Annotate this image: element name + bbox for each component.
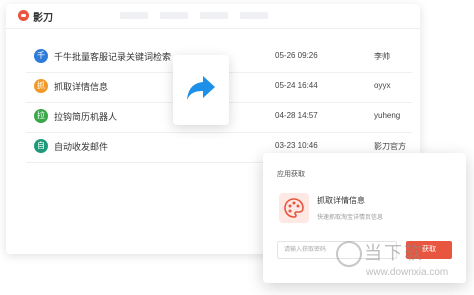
row-app-name: 拉钩简历机器人 [54, 112, 118, 122]
app-letter-icon: 抓 [34, 79, 48, 93]
nav-placeholder-2[interactable] [160, 12, 188, 19]
nav-placeholder-3[interactable] [200, 12, 228, 19]
app-letter-icon: 拉 [34, 109, 48, 123]
row-user: 影刀官方 [374, 142, 406, 151]
row-user: yuheng [374, 111, 401, 120]
row-time: 05-26 09:26 [275, 51, 318, 60]
row-user: oyyx [374, 81, 391, 90]
palette-icon [279, 193, 309, 223]
watermark-text: 当下软 [364, 243, 424, 263]
logo-icon [18, 10, 29, 21]
app-letter-icon: 千 [34, 49, 48, 63]
watermark-url: www.downxia.com [366, 267, 449, 278]
row-app-name: 自动收发邮件 [54, 142, 109, 152]
nav-placeholder-1[interactable] [120, 12, 148, 19]
row-time: 03-23 10:46 [275, 141, 318, 150]
app-brand: 影刀 [33, 13, 53, 24]
popup-app-name: 抓取详情信息 [317, 196, 365, 205]
share-arrow-icon [187, 76, 215, 100]
share-card[interactable] [173, 55, 229, 125]
watermark-logo-icon [336, 241, 362, 267]
popup-title: 应用获取 [277, 171, 305, 178]
app-letter-icon: 自 [34, 139, 48, 153]
watermark: 当下软 www.downxia.com [336, 237, 466, 287]
row-app-name: 千牛批量客服记录关键词检索 [54, 52, 172, 62]
row-app-name: 抓取详情信息 [54, 82, 109, 92]
row-user: 李帅 [374, 52, 390, 61]
nav-placeholder-4[interactable] [240, 12, 268, 19]
row-time: 04-28 14:57 [275, 111, 318, 120]
top-bar: 影刀 [6, 4, 420, 29]
row-time: 05-24 16:44 [275, 81, 318, 90]
popup-app-desc: 快速抓取淘宝详情页信息 [317, 215, 384, 221]
